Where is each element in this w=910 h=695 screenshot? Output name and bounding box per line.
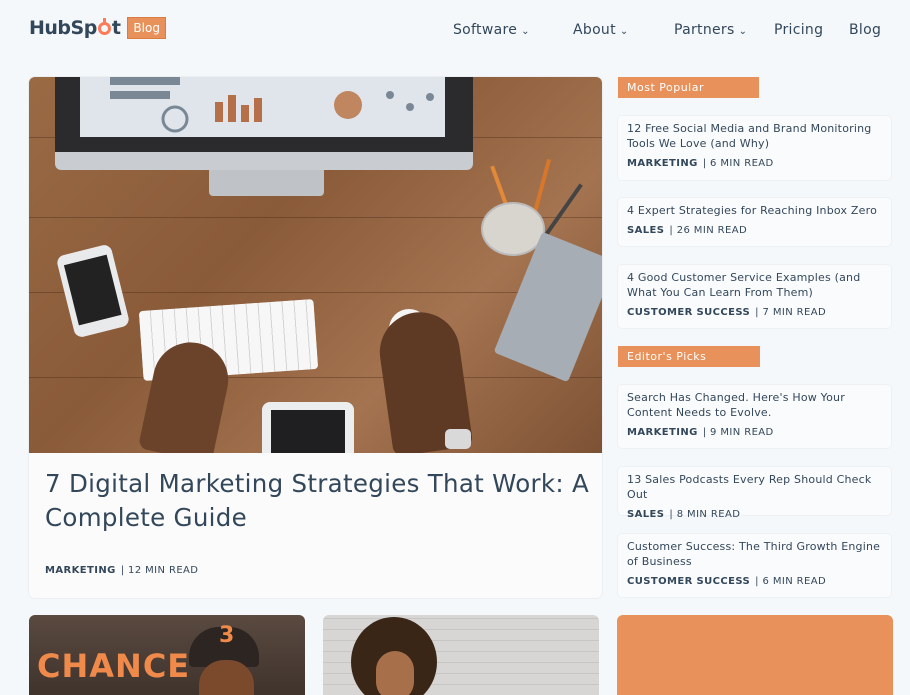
article-meta: CUSTOMER SUCCESS | 6 MIN READ xyxy=(627,576,882,587)
article-card-chance[interactable]: 3 CHANCE xyxy=(29,615,305,695)
read-time: | 6 MIN READ xyxy=(755,576,827,587)
monitor-illustration xyxy=(55,77,473,170)
read-time: | 8 MIN READ xyxy=(669,509,741,520)
article-title[interactable]: 4 Expert Strategies for Reaching Inbox Z… xyxy=(627,203,882,218)
article-card-photo[interactable] xyxy=(323,615,599,695)
most-popular-item[interactable]: 4 Good Customer Service Examples (and Wh… xyxy=(618,265,891,328)
nav-label: About xyxy=(573,22,616,38)
article-title[interactable]: 12 Free Social Media and Brand Monitorin… xyxy=(627,121,882,151)
article-meta: MARKETING | 9 MIN READ xyxy=(627,427,882,438)
nav-label: Pricing xyxy=(774,22,824,38)
logo-wordmark: HubSp t xyxy=(29,17,121,39)
portrait-illustration xyxy=(376,651,414,695)
category-tag[interactable]: MARKETING xyxy=(627,427,698,438)
monitor-stand xyxy=(209,170,324,196)
desk-plank-line xyxy=(29,377,602,378)
category-tag[interactable]: MARKETING xyxy=(45,565,116,576)
read-time: | 12 MIN READ xyxy=(120,565,199,576)
read-time: | 26 MIN READ xyxy=(669,225,748,236)
nav-about[interactable]: About ⌄ xyxy=(573,22,629,38)
most-popular-item[interactable]: 4 Expert Strategies for Reaching Inbox Z… xyxy=(618,198,891,246)
article-meta: MARKETING | 6 MIN READ xyxy=(627,158,882,169)
read-time: | 7 MIN READ xyxy=(755,307,827,318)
category-tag[interactable]: CUSTOMER SUCCESS xyxy=(627,307,750,318)
nav-label: Blog xyxy=(849,22,882,38)
chevron-down-icon: ⌄ xyxy=(521,26,530,37)
nav-partners[interactable]: Partners ⌄ xyxy=(674,22,747,38)
hubspot-logo[interactable]: HubSp t Blog xyxy=(29,17,166,39)
monitor-screen xyxy=(80,77,445,137)
nav-pricing[interactable]: Pricing xyxy=(774,22,823,38)
category-tag[interactable]: MARKETING xyxy=(627,158,698,169)
tablet-illustration xyxy=(262,402,354,453)
nav-blog[interactable]: Blog xyxy=(849,22,881,38)
category-tag[interactable]: CUSTOMER SUCCESS xyxy=(627,576,750,587)
editors-pick-item[interactable]: Search Has Changed. Here's How Your Cont… xyxy=(618,385,891,448)
article-title[interactable]: Customer Success: The Third Growth Engin… xyxy=(627,539,882,569)
featured-article-meta: MARKETING | 12 MIN READ xyxy=(45,565,198,576)
most-popular-header: Most Popular xyxy=(618,77,759,98)
article-title[interactable]: Search Has Changed. Here's How Your Cont… xyxy=(627,390,882,420)
smartphone-illustration xyxy=(55,243,131,339)
watch-illustration xyxy=(445,429,471,449)
featured-article-title[interactable]: 7 Digital Marketing Strategies That Work… xyxy=(45,467,590,535)
article-title[interactable]: 4 Good Customer Service Examples (and Wh… xyxy=(627,270,882,300)
monitor-chin xyxy=(55,152,473,170)
category-tag[interactable]: SALES xyxy=(627,225,664,236)
nav-label: Software xyxy=(453,22,518,38)
editors-pick-item[interactable]: 13 Sales Podcasts Every Rep Should Check… xyxy=(618,467,891,520)
chevron-down-icon: ⌄ xyxy=(738,26,748,37)
featured-article-card[interactable]: 7 Digital Marketing Strategies That Work… xyxy=(29,77,602,598)
sprocket-icon xyxy=(97,18,111,35)
editors-pick-item[interactable]: Customer Success: The Third Growth Engin… xyxy=(618,534,891,597)
read-time: | 9 MIN READ xyxy=(702,427,774,438)
chance-number: 3 xyxy=(219,623,235,648)
category-tag[interactable]: SALES xyxy=(627,509,664,520)
most-popular-item[interactable]: 12 Free Social Media and Brand Monitorin… xyxy=(618,116,891,180)
article-meta: CUSTOMER SUCCESS | 7 MIN READ xyxy=(627,307,882,318)
featured-article-image[interactable] xyxy=(29,77,602,453)
article-card-orange[interactable] xyxy=(617,615,893,695)
read-time: | 6 MIN READ xyxy=(702,158,774,169)
dashboard-graphic xyxy=(110,77,434,133)
blog-badge[interactable]: Blog xyxy=(127,17,166,39)
nav-software[interactable]: Software ⌄ xyxy=(453,22,530,38)
article-meta: SALES | 26 MIN READ xyxy=(627,225,882,236)
chevron-down-icon: ⌄ xyxy=(619,26,629,37)
chance-headline: CHANCE xyxy=(37,647,191,685)
editors-picks-header: Editor's Picks xyxy=(618,346,760,367)
article-title[interactable]: 13 Sales Podcasts Every Rep Should Check… xyxy=(627,472,882,502)
article-meta: SALES | 8 MIN READ xyxy=(627,509,882,520)
nav-label: Partners xyxy=(674,22,735,38)
